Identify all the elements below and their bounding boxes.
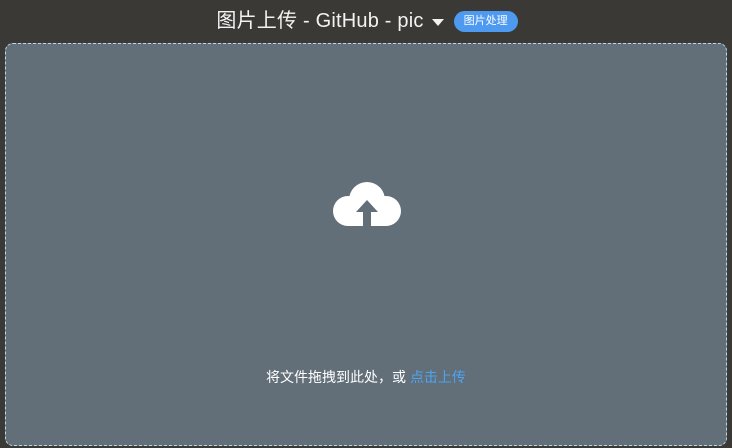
chevron-down-icon bbox=[431, 18, 444, 26]
upload-dropzone[interactable]: 将文件拖拽到此处，或 点击上传 bbox=[5, 43, 727, 446]
click-upload-link[interactable]: 点击上传 bbox=[410, 369, 466, 385]
header: 图片上传 - GitHub - pic 图片处理 bbox=[0, 0, 732, 42]
image-processing-button[interactable]: 图片处理 bbox=[453, 10, 518, 32]
page-title: 图片上传 - GitHub - pic bbox=[216, 10, 424, 32]
repo-selector[interactable]: 图片上传 - GitHub - pic bbox=[216, 10, 444, 32]
upload-hint: 将文件拖拽到此处，或 点击上传 bbox=[6, 368, 726, 386]
cloud-upload-icon bbox=[333, 182, 401, 226]
upload-app: 图片上传 - GitHub - pic 图片处理 将文件拖拽到此处，或 点击上传 bbox=[0, 0, 732, 448]
upload-hint-text: 将文件拖拽到此处，或 bbox=[266, 369, 410, 385]
